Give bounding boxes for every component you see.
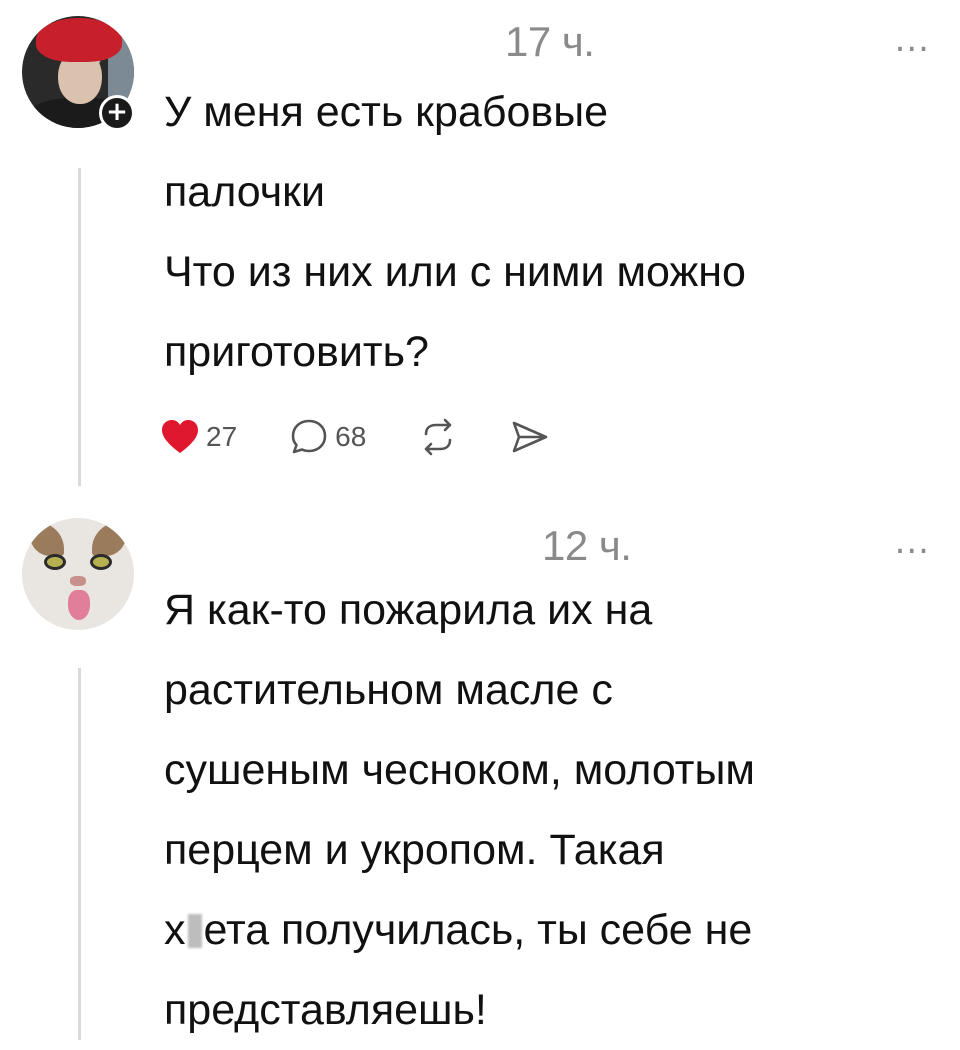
post-text-line: У меня есть крабовые bbox=[164, 88, 609, 136]
send-icon bbox=[513, 421, 548, 453]
thread-line bbox=[78, 668, 81, 1040]
post-text-line: Что из них или с ними можно bbox=[164, 248, 746, 296]
post-text-line: сушеным чесноком, молотым bbox=[164, 746, 755, 794]
post-text-line: палочки bbox=[164, 168, 325, 216]
like-button[interactable]: 27 bbox=[160, 419, 237, 455]
post-text-line: Я как-то пожарила их на bbox=[164, 586, 653, 634]
post-text-line: перцем и укропом. Такая bbox=[164, 826, 665, 874]
more-icon[interactable]: ... bbox=[895, 522, 930, 562]
avatar-hat bbox=[36, 18, 122, 62]
post-text-line: приготовить? bbox=[164, 328, 429, 376]
post-timestamp: 12 ч. bbox=[542, 522, 632, 569]
avatar-ear bbox=[30, 522, 64, 556]
avatar-nose bbox=[70, 576, 86, 586]
censor-blur bbox=[187, 914, 202, 948]
thread-line bbox=[78, 168, 81, 486]
repost-icon bbox=[425, 418, 452, 456]
post-actions: 27 68 bbox=[160, 412, 602, 462]
censored-line-rest: ета получилась, ты себе не bbox=[203, 906, 753, 954]
censored-word-start: х bbox=[164, 906, 186, 954]
avatar-ear bbox=[92, 522, 126, 556]
post: + 17 ч. ... У меня есть крабовые палочки… bbox=[0, 0, 960, 500]
avatar-eye bbox=[90, 554, 112, 570]
post-text-line: представляешь! bbox=[164, 986, 487, 1034]
avatar[interactable] bbox=[22, 518, 134, 630]
reply-post: 12 ч. ... Я как-то пожарила их на растит… bbox=[0, 500, 960, 1040]
post-text-line: растительном масле с bbox=[164, 666, 613, 714]
heart-icon bbox=[162, 420, 198, 453]
comment-count: 68 bbox=[335, 421, 367, 452]
post-text: Я как-то пожарила их на растительном мас… bbox=[164, 570, 944, 1050]
more-icon[interactable]: ... bbox=[895, 20, 930, 60]
avatar-eye bbox=[44, 554, 66, 570]
follow-button[interactable]: + bbox=[99, 95, 135, 131]
like-count: 27 bbox=[206, 421, 238, 452]
repost-button[interactable] bbox=[418, 418, 458, 456]
comment-icon bbox=[291, 419, 327, 454]
post-timestamp: 17 ч. bbox=[505, 18, 595, 65]
post-text-line: х ета получилась, ты себе не bbox=[164, 890, 944, 970]
comment-button[interactable]: 68 bbox=[289, 418, 366, 456]
avatar-tongue bbox=[68, 590, 90, 620]
share-button[interactable] bbox=[510, 418, 550, 456]
post-text: У меня есть крабовые палочки Что из них … bbox=[164, 72, 944, 392]
